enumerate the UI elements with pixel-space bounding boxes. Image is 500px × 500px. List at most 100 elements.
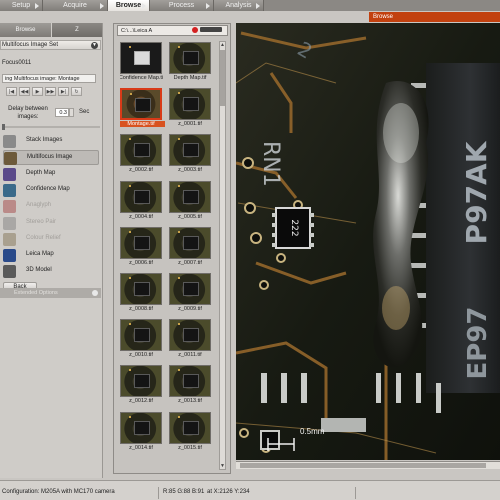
scroll-down-arrow-icon[interactable]: ▼ — [220, 463, 225, 469]
thumbnail-item[interactable]: z_0007.tif — [169, 226, 211, 268]
multifocus-icon — [4, 152, 17, 166]
thumbnail-item[interactable]: Depth Map.tif — [169, 42, 211, 83]
thumbnail-mark — [178, 277, 180, 279]
method-anaglyph[interactable]: Anaglyph — [3, 199, 99, 214]
path-scroll-bar[interactable] — [200, 27, 222, 32]
thumbnail-caption: z_0008.tif — [129, 306, 153, 312]
thumbnail-chip — [134, 143, 150, 158]
thumbnail-chip — [183, 420, 199, 435]
thumbnail-grid: Confidence Map.ti Depth Map.tif Montage.ti… — [120, 42, 218, 469]
method-stereo-pair[interactable]: Stereo Pair — [3, 216, 99, 231]
status-divider — [355, 487, 356, 499]
image-viewer[interactable]: RN1 2 222 P97AK EP97 — [236, 23, 500, 460]
thumbnail-item[interactable]: z_0014.tif — [120, 411, 162, 453]
thumbnail-caption: z_0005.tif — [178, 213, 202, 220]
thumbnail-caption: z_0007.tif — [178, 259, 202, 266]
delay-spinner[interactable] — [69, 108, 74, 117]
method-colour-relief[interactable]: Colour Relief — [3, 232, 99, 247]
viewer-scroll-thumb[interactable] — [240, 463, 486, 468]
previous-frame-button[interactable]: ◀◀ — [19, 87, 30, 96]
workflow-tab-setup[interactable]: Setup — [0, 0, 43, 11]
thumbnail-chip — [134, 328, 150, 343]
thumbnail-mark — [130, 93, 132, 96]
method-confidence-map[interactable]: Confidence Map — [3, 183, 99, 198]
scroll-up-arrow-icon[interactable]: ▲ — [220, 42, 225, 48]
delay-input[interactable]: 0.3 — [55, 108, 69, 117]
method-3d-model[interactable]: 3D Model — [3, 264, 99, 279]
extended-options-header[interactable]: Extended Options — [0, 288, 101, 298]
workflow-tab-browse[interactable]: Browse — [108, 0, 150, 11]
thumbnail-image — [120, 180, 162, 213]
next-frame-button[interactable]: ▶▶ — [45, 87, 56, 96]
depth-map-icon — [3, 167, 16, 181]
thumbnail-item[interactable]: z_0006.tif — [120, 226, 162, 268]
thumbnail-item[interactable]: z_0009.tif — [169, 273, 211, 314]
thumbnail-browser: C:\...\Leica A Confidence Map.ti Depth Ma… — [113, 23, 231, 474]
tab-arrow-icon — [100, 3, 104, 9]
workflow-tab-analysis[interactable]: Analysis — [214, 0, 264, 11]
tab-z[interactable]: Z — [52, 23, 102, 37]
thumbnail-chip — [134, 189, 150, 204]
browser-scrollbar[interactable]: ▲ ▼ — [219, 41, 226, 470]
thumbnail-image — [169, 365, 211, 398]
method-depth-map[interactable]: Depth Map — [3, 167, 99, 182]
thumbnail-mark — [178, 415, 180, 418]
thumbnail-image — [120, 365, 162, 398]
tab-arrow-icon — [35, 3, 39, 9]
thumbnail-image — [169, 42, 211, 74]
thumbnail-mark — [178, 138, 180, 141]
thumbnail-caption: z_0003.tif — [178, 167, 202, 174]
viewer-tab-browse[interactable]: Browse — [369, 12, 500, 22]
method-multifocus-image[interactable]: Multifocus Image — [3, 150, 99, 166]
thumbnail-item[interactable]: z_0002.tif — [120, 134, 162, 175]
slider-thumb[interactable] — [2, 124, 5, 130]
thumbnail-item[interactable]: z_0013.tif — [169, 365, 211, 406]
thumbnail-caption: Montage.tif — [120, 121, 165, 128]
thumbnail-chip — [134, 282, 150, 296]
method-stack-images[interactable]: Stack Images — [3, 134, 99, 149]
method-label: Leica Map — [26, 251, 54, 258]
thumbnail-item[interactable]: z_0012.tif — [120, 365, 162, 406]
tab-browse[interactable]: Browse — [0, 23, 51, 37]
multifocus-section-header[interactable]: Multifocus Image Set ▼ — [0, 40, 101, 50]
method-leica-map[interactable]: Leica Map — [3, 248, 99, 263]
collapse-chevron-icon[interactable]: ▼ — [91, 42, 98, 49]
thumbnail-image — [120, 226, 162, 259]
thumbnail-chip — [134, 235, 150, 250]
thumbnail-mark — [178, 369, 180, 372]
left-panel: Browse Z Multifocus Image Set ▼ Focus001… — [0, 23, 103, 492]
thumbnail-chip — [183, 374, 199, 389]
thumbnail-mark — [178, 184, 180, 187]
svg-text:RN1: RN1 — [258, 141, 283, 187]
close-icon[interactable] — [192, 27, 198, 33]
first-frame-button[interactable]: |◀ — [6, 87, 17, 96]
expand-icon[interactable] — [92, 290, 98, 296]
thumbnail-item[interactable]: z_0001.tif — [169, 88, 211, 129]
thumbnail-item[interactable]: z_0005.tif — [169, 180, 211, 222]
delay-slider[interactable] — [2, 124, 100, 130]
workflow-tab-acquire[interactable]: Acquire — [43, 0, 108, 11]
loop-button[interactable]: ↻ — [71, 87, 82, 96]
thumbnail-item[interactable]: z_0003.tif — [169, 134, 211, 175]
thumbnail-item[interactable]: Montage.tif — [120, 88, 165, 129]
method-label: Stack Images — [26, 137, 63, 143]
thumbnail-item[interactable]: z_0008.tif — [120, 273, 162, 314]
scale-bar-label: 0.5mm — [300, 427, 325, 436]
thumbnail-item[interactable]: z_0015.tif — [169, 411, 211, 453]
play-button[interactable]: ▶ — [32, 87, 43, 96]
thumbnail-item[interactable]: z_0010.tif — [120, 319, 162, 360]
method-label: 3D Model — [26, 267, 52, 274]
thumbnail-item[interactable]: Confidence Map.ti — [120, 42, 163, 83]
thumbnail-item[interactable]: z_0004.tif — [120, 180, 162, 222]
thumbnail-chip — [183, 328, 199, 343]
thumbnail-caption: Depth Map.tif — [173, 75, 207, 81]
workflow-tab-process[interactable]: Process — [150, 0, 214, 11]
last-frame-button[interactable]: ▶| — [58, 87, 69, 96]
method-label: Confidence Map — [26, 185, 70, 192]
browser-scroll-thumb[interactable] — [220, 50, 225, 106]
thumbnail-item[interactable]: z_0011.tif — [169, 319, 211, 360]
viewer-horizontal-scrollbar[interactable] — [236, 461, 500, 469]
thumbnail-caption: z_0006.tif — [129, 259, 153, 266]
workflow-tab-bar: Setup Acquire Browse Process Analysis — [0, 0, 500, 11]
thumbnail-mark — [129, 184, 131, 187]
